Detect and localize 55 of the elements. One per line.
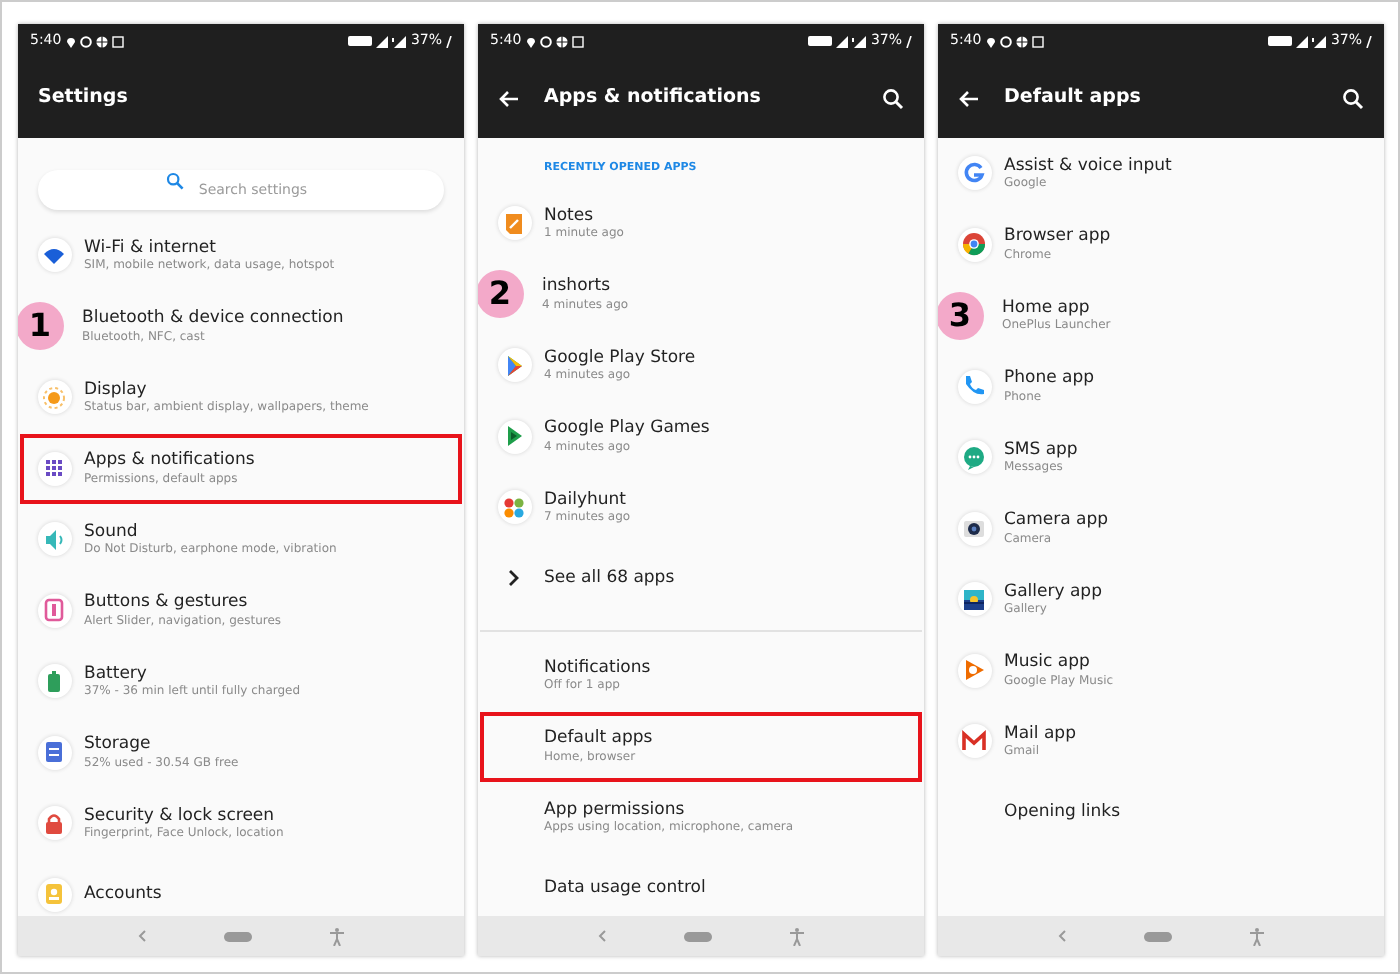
settings-row[interactable]: See all 68 apps <box>480 543 922 614</box>
search-icon <box>166 171 184 189</box>
settings-row[interactable]: Data usage control <box>480 853 922 916</box>
screen-title: Default apps <box>1004 83 1143 112</box>
search-icon[interactable] <box>1342 87 1364 109</box>
music-icon <box>960 656 988 685</box>
signal-icon <box>852 35 867 47</box>
charging-icon <box>446 35 452 47</box>
back-icon[interactable] <box>597 930 606 942</box>
back-icon[interactable] <box>137 930 146 942</box>
chrome-icon <box>960 230 988 259</box>
notification-icon <box>571 35 584 47</box>
mail-icon <box>960 727 988 756</box>
chevron-icon <box>508 570 520 587</box>
dots-icon <box>500 493 528 522</box>
home-icon[interactable] <box>1143 931 1172 941</box>
home-icon[interactable] <box>683 931 712 941</box>
globe-icon <box>1015 35 1028 47</box>
accessibility-icon[interactable] <box>330 927 345 945</box>
speaker-icon <box>40 525 68 554</box>
location-icon <box>65 35 76 47</box>
step-badge: 3 <box>938 291 984 340</box>
charging-icon <box>906 35 912 47</box>
charging-icon <box>1366 35 1372 47</box>
globe-icon <box>95 35 108 47</box>
back-arrow-icon[interactable] <box>958 89 980 107</box>
location-icon <box>985 35 996 47</box>
signal-icon <box>392 35 407 47</box>
account-icon <box>40 880 68 909</box>
signal-icon <box>376 35 389 47</box>
step-badge: 1 <box>18 302 64 351</box>
sun-icon <box>40 383 68 412</box>
back-arrow-icon[interactable] <box>498 89 520 107</box>
step-badge: 2 <box>478 270 524 319</box>
signal-icon <box>1312 35 1327 47</box>
screen-title: Settings <box>38 83 130 112</box>
gallery-icon <box>960 585 988 614</box>
notes-icon <box>500 209 528 238</box>
screen-title: Apps & notifications <box>544 83 763 112</box>
search-icon[interactable] <box>882 87 904 109</box>
storage-icon <box>40 738 68 767</box>
settings-row[interactable]: Opening links <box>940 777 1382 848</box>
lock-icon <box>40 809 68 838</box>
google-icon <box>960 159 988 188</box>
notification-icon <box>1031 35 1044 47</box>
home-icon[interactable] <box>223 931 252 941</box>
back-icon[interactable] <box>1057 930 1066 942</box>
phone-buttons-icon <box>40 596 68 625</box>
accessibility-icon[interactable] <box>790 927 805 945</box>
accessibility-icon[interactable] <box>1250 927 1265 945</box>
location-icon <box>525 35 536 47</box>
signal-icon <box>1296 35 1309 47</box>
globe-icon <box>555 35 568 47</box>
signal-icon <box>836 35 849 47</box>
notification-icon <box>111 35 124 47</box>
